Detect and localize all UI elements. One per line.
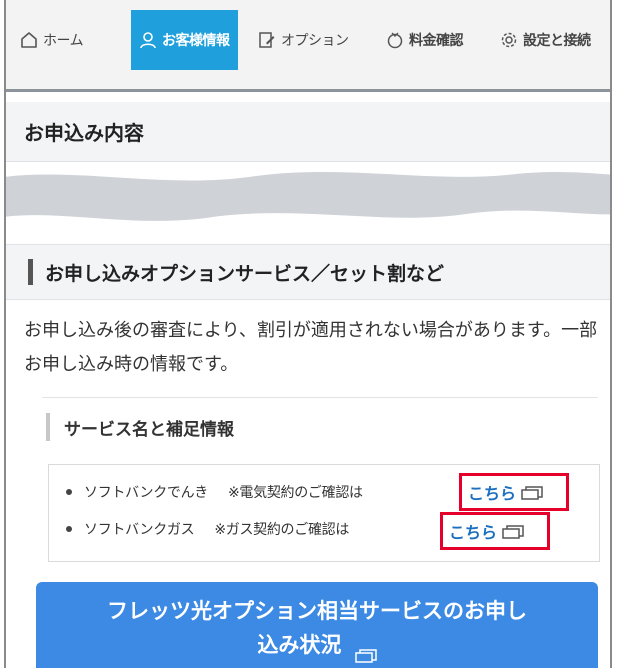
tab-home[interactable]: ホーム xyxy=(20,10,84,70)
torn-separator xyxy=(6,172,610,221)
section-marker xyxy=(28,259,33,285)
coin-icon xyxy=(386,31,404,49)
external-window-icon xyxy=(521,485,543,500)
options-section-header: お申し込みオプションサービス／セット割など xyxy=(6,244,610,300)
list-item: ソフトバンクでんき ※電気契約のご確認は xyxy=(66,480,363,504)
external-window-icon xyxy=(502,524,524,539)
tab-billing[interactable]: 料金確認 xyxy=(386,10,464,70)
flets-option-status-button[interactable]: フレッツ光オプション相当サービスのお申し 込み状況 xyxy=(36,582,598,668)
service-note: ※電気契約のご確認は xyxy=(228,485,363,501)
services-marker xyxy=(46,413,50,441)
options-description: お申し込み後の審査により、割引が適用されない場合があります。一部お申し込み時の情… xyxy=(24,320,598,375)
link-text[interactable]: こちら xyxy=(449,519,497,543)
tab-customer-info-label: お客様情報 xyxy=(162,33,230,49)
list-item: ソフトバンクガス ※ガス契約のご確認は xyxy=(66,517,349,541)
home-icon xyxy=(20,31,38,49)
tab-home-label: ホーム xyxy=(43,33,84,49)
services-title: サービス名と補足情報 xyxy=(64,419,234,440)
bullet xyxy=(66,526,72,532)
options-title: お申し込みオプションサービス／セット割など xyxy=(45,262,445,285)
tab-options[interactable]: オプション xyxy=(258,10,349,70)
electricity-link[interactable]: こちら xyxy=(459,473,569,511)
top-nav: ホーム お客様情報 オプション 料金確認 設定と接続 xyxy=(6,0,610,92)
cta-label-line2: 込み状況 xyxy=(257,633,342,657)
tab-settings[interactable]: 設定と接続 xyxy=(500,10,591,70)
tab-settings-label: 設定と接続 xyxy=(523,33,591,49)
tab-options-label: オプション xyxy=(281,33,349,49)
service-name: ソフトバンクでんき xyxy=(84,485,208,501)
edit-icon xyxy=(258,31,276,49)
user-icon xyxy=(139,31,157,49)
bullet xyxy=(66,489,72,495)
external-window-icon xyxy=(354,639,377,663)
gas-link[interactable]: こちら xyxy=(440,512,550,550)
page-title: お申込み内容 xyxy=(6,102,610,162)
app-frame: ホーム お客様情報 オプション 料金確認 設定と接続 お申込み内容 お申し込みオ… xyxy=(4,0,612,668)
tab-billing-label: 料金確認 xyxy=(409,33,464,49)
cta-label-line1: フレッツ光オプション相当サービスのお申し xyxy=(107,599,527,623)
cta-label-line2-wrap: 込み状況 xyxy=(36,628,598,663)
link-text[interactable]: こちら xyxy=(468,480,516,504)
gear-icon xyxy=(500,31,518,49)
divider xyxy=(42,397,598,398)
tab-customer-info[interactable]: お客様情報 xyxy=(131,10,238,70)
service-name: ソフトバンクガス xyxy=(84,522,195,538)
services-header: サービス名と補足情報 xyxy=(46,410,234,444)
service-note: ※ガス契約のご確認は xyxy=(214,522,350,538)
